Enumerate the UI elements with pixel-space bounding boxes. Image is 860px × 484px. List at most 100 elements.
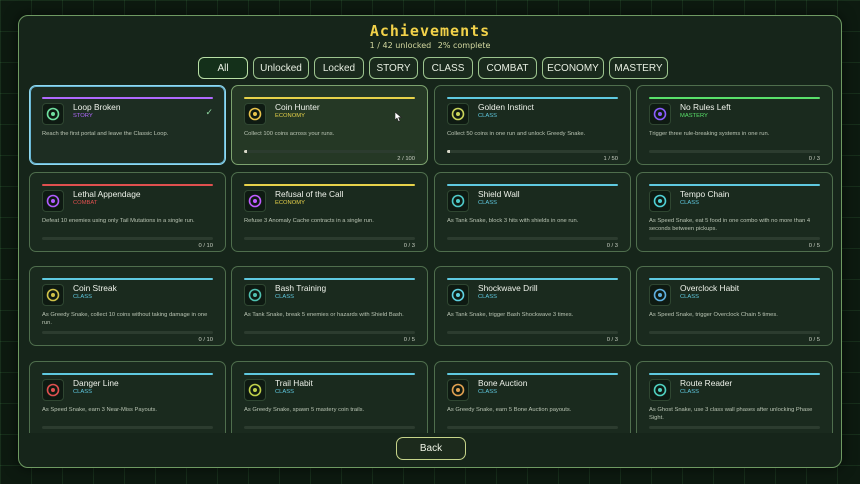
achievement-card[interactable]: Loop Broken STORY Reach the first portal a…	[29, 85, 226, 165]
progress-bar	[244, 237, 415, 240]
achievement-name: Refusal of the Call	[275, 189, 344, 199]
progress-bar	[649, 426, 820, 429]
achievement-card[interactable]: Trail Habit CLASS As Greedy Snake, spawn 5…	[231, 361, 428, 433]
achievement-category: CLASS	[275, 294, 295, 300]
progress-bar	[244, 150, 415, 153]
achievement-category: CLASS	[478, 294, 498, 300]
filter-mastery[interactable]: MASTERY	[609, 57, 668, 79]
filter-economy[interactable]: ECONOMY	[542, 57, 604, 79]
category-stripe	[244, 373, 415, 375]
category-stripe	[447, 278, 618, 280]
achievement-grid[interactable]: Loop Broken STORY Reach the first portal a…	[29, 85, 833, 433]
achievement-card[interactable]: Danger Line CLASS As Speed Snake, earn 3 N…	[29, 361, 226, 433]
category-stripe	[244, 97, 415, 99]
progress-bar	[42, 426, 213, 429]
progress-bar	[244, 426, 415, 429]
achievement-name: Lethal Appendage	[73, 189, 141, 199]
achievement-card[interactable]: Shield Wall CLASS As Tank Snake, block 3 h…	[434, 172, 631, 252]
category-stripe	[649, 373, 820, 375]
progress-text: 1 / 50	[603, 156, 618, 162]
achievement-name: Golden Instinct	[478, 102, 534, 112]
achievement-category: CLASS	[680, 294, 700, 300]
progress-fill	[447, 150, 451, 153]
achievement-card[interactable]: Golden Instinct CLASS Collect 50 coins in …	[434, 85, 631, 165]
achievement-card[interactable]: Tempo Chain CLASS As Speed Snake, eat 5 fo…	[636, 172, 833, 252]
progress-text: 0 / 3	[403, 243, 415, 249]
filter-all[interactable]: All	[198, 57, 248, 79]
achievement-description: Collect 50 coins in one run and unlock G…	[447, 131, 586, 137]
achievement-card[interactable]: Refusal of the Call ECONOMY Refuse 3 Anoma…	[231, 172, 428, 252]
achievement-category: CLASS	[478, 389, 498, 395]
achievement-card[interactable]: Shockwave Drill CLASS As Tank Snake, trigg…	[434, 266, 631, 346]
achievement-category: CLASS	[478, 113, 498, 119]
speed-icon	[649, 190, 671, 212]
achievement-category: ECONOMY	[275, 200, 305, 206]
category-stripe	[244, 278, 415, 280]
back-button[interactable]: Back	[396, 437, 466, 460]
ghost-icon	[649, 379, 671, 401]
achievement-name: Shield Wall	[478, 189, 520, 199]
progress-summary: 1 / 42 unlocked 2% complete	[19, 41, 841, 50]
filter-class[interactable]: CLASS	[423, 57, 473, 79]
achievement-description: Refuse 3 Anomaly Cache contracts in a si…	[244, 218, 374, 224]
bash-icon	[244, 284, 266, 306]
filter-story[interactable]: STORY	[369, 57, 418, 79]
filter-combat[interactable]: COMBAT	[478, 57, 537, 79]
category-stripe	[244, 184, 415, 186]
progress-text: 0 / 3	[808, 156, 820, 162]
achievement-name: Coin Streak	[73, 283, 117, 293]
progress-bar	[649, 331, 820, 334]
achievement-card[interactable]: Coin Streak CLASS As Greedy Snake, collect…	[29, 266, 226, 346]
progress-text: 0 / 10	[198, 243, 213, 249]
achievement-card[interactable]: Bash Training CLASS As Tank Snake, break 5…	[231, 266, 428, 346]
achievement-name: Trail Habit	[275, 378, 313, 388]
category-stripe	[649, 97, 820, 99]
trail-icon	[244, 379, 266, 401]
achievement-category: CLASS	[73, 389, 93, 395]
achievement-card[interactable]: Coin Hunter ECONOMY Collect 100 coins acro…	[231, 85, 428, 165]
achievement-category: STORY	[73, 113, 93, 119]
filter-locked[interactable]: Locked	[314, 57, 364, 79]
achievement-description: Defeat 10 enemies using only Tail Mutati…	[42, 218, 195, 224]
filter-bar: All Unlocked Locked STORY CLASS COMBAT E…	[198, 57, 668, 79]
filter-unlocked[interactable]: Unlocked	[253, 57, 309, 79]
category-stripe	[447, 184, 618, 186]
achievement-description: As Speed Snake, trigger Overclock Chain …	[649, 312, 778, 318]
achievement-card[interactable]: Overclock Habit CLASS As Speed Snake, trig…	[636, 266, 833, 346]
achievement-description: As Greedy Snake, spawn 5 mastery coin tr…	[244, 407, 365, 413]
achievement-name: Loop Broken	[73, 102, 121, 112]
achievement-description: Trigger three rule-breaking systems in o…	[649, 131, 770, 137]
progress-text: 0 / 3	[606, 243, 618, 249]
progress-text: 0 / 5	[403, 337, 415, 343]
progress-bar	[447, 426, 618, 429]
category-stripe	[42, 97, 213, 99]
shockwave-icon	[447, 284, 469, 306]
achievement-name: Coin Hunter	[275, 102, 320, 112]
coin-icon	[244, 103, 266, 125]
achievement-name: No Rules Left	[680, 102, 731, 112]
category-stripe	[649, 184, 820, 186]
progress-text: 2 / 100	[397, 156, 415, 162]
shield-icon	[447, 190, 469, 212]
danger-icon	[42, 379, 64, 401]
category-stripe	[447, 97, 618, 99]
achievement-card[interactable]: No Rules Left MASTERY Trigger three rule-b…	[636, 85, 833, 165]
achievement-card[interactable]: Lethal Appendage COMBAT Defeat 10 enemies …	[29, 172, 226, 252]
achievements-panel: Achievements 1 / 42 unlocked 2% complete…	[18, 15, 842, 468]
chaos-icon	[649, 103, 671, 125]
unlocked-count: 1 / 42 unlocked	[369, 41, 432, 50]
overclock-icon	[649, 284, 671, 306]
achievement-description: As Speed Snake, eat 5 food in one combo …	[649, 218, 811, 232]
achievement-card[interactable]: Route Reader CLASS As Ghost Snake, use 3 c…	[636, 361, 833, 433]
achievement-card[interactable]: Bone Auction CLASS As Greedy Snake, earn 5…	[434, 361, 631, 433]
bone-icon	[447, 379, 469, 401]
category-stripe	[42, 278, 213, 280]
progress-fill	[244, 150, 248, 153]
achievement-description: Reach the first portal and leave the Cla…	[42, 131, 169, 137]
page-title: Achievements	[369, 22, 491, 40]
achievement-category: ECONOMY	[275, 113, 305, 119]
achievement-category: CLASS	[680, 389, 700, 395]
achievement-description: As Tank Snake, break 5 enemies or hazard…	[244, 312, 404, 318]
category-stripe	[447, 373, 618, 375]
progress-text: 0 / 3	[606, 337, 618, 343]
